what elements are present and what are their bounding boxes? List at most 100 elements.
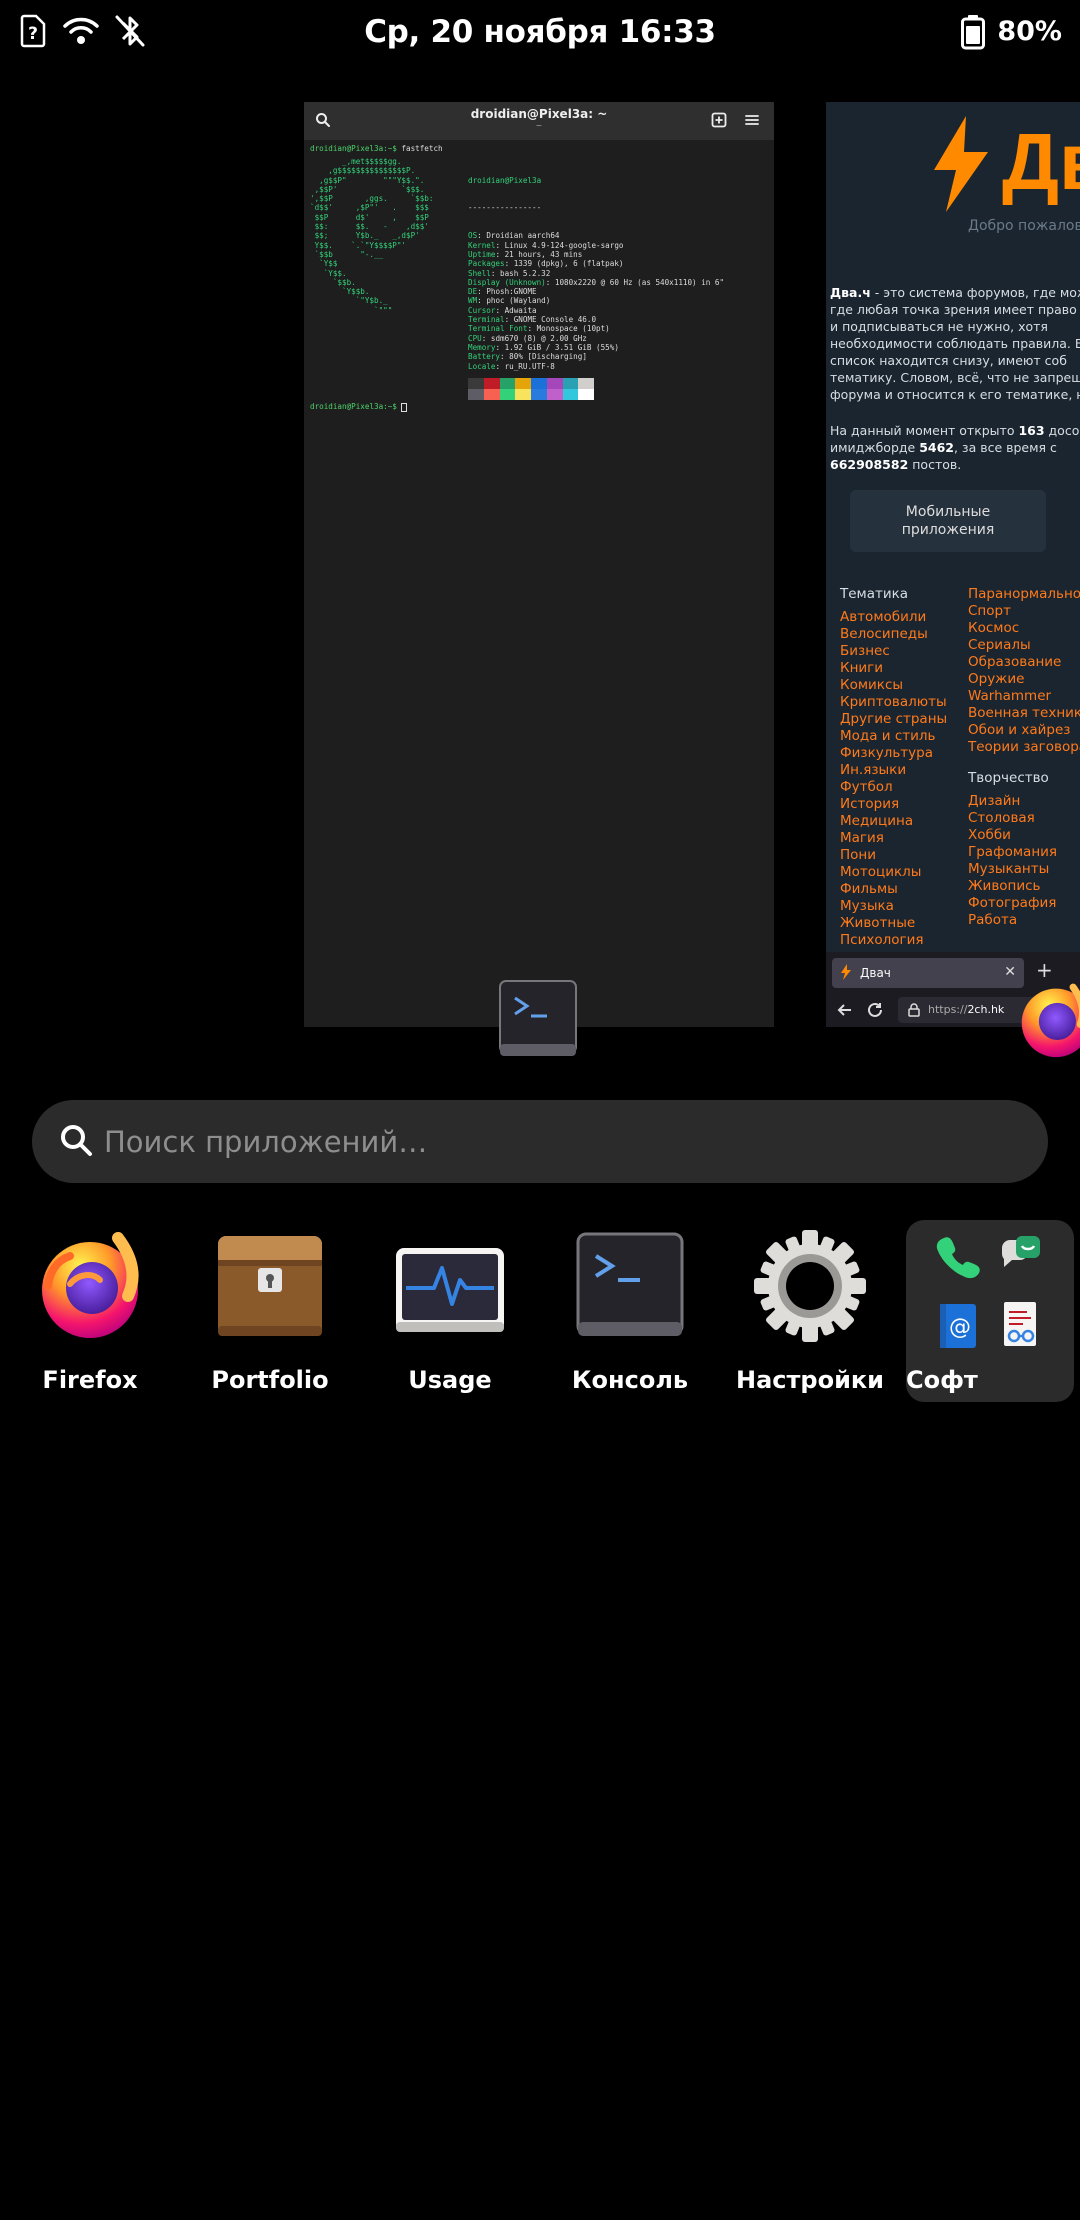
board-link[interactable]: Спорт — [968, 603, 1080, 620]
board-link[interactable]: Велосипеды — [840, 626, 947, 643]
fastfetch-info-line: Cursor: Adwaita — [468, 305, 537, 315]
board-link[interactable]: Живопись — [968, 878, 1080, 895]
new-tab-icon[interactable]: + — [1036, 958, 1053, 982]
browser-tab[interactable]: Двач ✕ — [832, 958, 1024, 988]
mobile-apps-button[interactable]: Мобильные приложения — [850, 490, 1046, 552]
board-link[interactable]: История — [840, 796, 947, 813]
site-name: Два.ч — [830, 285, 871, 300]
board-link[interactable]: Книги — [840, 660, 947, 677]
palette-swatch — [562, 389, 579, 400]
palette-swatch — [483, 378, 500, 389]
browser-window-preview[interactable]: Дв Добро пожаловать Два.ч - это система … — [826, 102, 1080, 1027]
fastfetch-info-line: Display (Unknown): 1080x2220 @ 60 Hz (as… — [468, 277, 725, 287]
menu-icon[interactable] — [744, 112, 760, 132]
info-key: Kernel — [468, 240, 496, 250]
back-icon[interactable] — [836, 1001, 854, 1023]
board-link[interactable]: Столовая — [968, 810, 1080, 827]
intro-paragraph: Два.ч - это система форумов, где мож где… — [830, 285, 1080, 402]
terminal-cursor — [401, 402, 408, 412]
app-console[interactable]: Консоль — [540, 1220, 720, 1400]
reload-icon[interactable] — [866, 1001, 884, 1023]
board-link[interactable]: Пони — [840, 847, 947, 864]
palette-swatch — [468, 389, 484, 400]
info-value: sdm670 (8) @ 2.00 GHz — [490, 333, 587, 343]
info-key: OS — [468, 231, 478, 241]
app-search-input[interactable] — [104, 1100, 1004, 1183]
app-folder-soft[interactable]: @ Софт — [906, 1220, 1074, 1402]
board-link[interactable]: Музыканты — [968, 861, 1080, 878]
palette-swatch — [515, 378, 531, 389]
fastfetch-info-line: Kernel: Linux 4.9-124-google-sargo — [468, 240, 624, 250]
board-link[interactable]: Футбол — [840, 779, 947, 796]
lightning-logo-icon — [926, 114, 996, 218]
board-link[interactable]: Фотография — [968, 895, 1080, 912]
info-value: GNOME Console 46.0 — [513, 315, 597, 325]
board-link[interactable]: Теории заговора — [968, 739, 1080, 756]
app-firefox[interactable]: Firefox — [0, 1220, 180, 1400]
board-link[interactable]: Дизайн — [968, 793, 1080, 810]
info-key: Terminal Font — [468, 324, 528, 334]
board-link[interactable]: Мотоциклы — [840, 864, 947, 881]
tab-title: Двач — [860, 966, 891, 980]
board-link[interactable]: Работа — [968, 912, 1080, 929]
board-link[interactable]: Другие страны — [840, 711, 947, 728]
board-link[interactable]: Медицина — [840, 813, 947, 830]
board-link[interactable]: Мода и стиль — [840, 728, 947, 745]
fastfetch-info-line: Terminal Font: Monospace (10pt) — [468, 324, 610, 334]
debian-swirl-ascii-art: _,met$$$$$gg. ,g$$$$$$$$$$$$$$$P. ,g$$P"… — [310, 157, 434, 315]
board-link[interactable]: Автомобили — [840, 609, 947, 626]
fastfetch-header: droidian@Pixel3a — [468, 175, 542, 185]
topics-header: Тематика — [840, 586, 909, 602]
stats-paragraph: На данный момент открыто 163 досо имиджб… — [830, 423, 1080, 472]
settings-icon — [754, 1230, 866, 1342]
welcome-text: Добро пожаловать — [968, 218, 1080, 234]
svg-text:@: @ — [949, 1315, 971, 1340]
new-tab-icon[interactable] — [711, 112, 727, 132]
chat-icon — [996, 1232, 1044, 1284]
board-link[interactable]: Сериалы — [968, 637, 1080, 654]
close-tab-icon[interactable]: ✕ — [1004, 964, 1016, 980]
board-link[interactable]: Магия — [840, 830, 947, 847]
fastfetch-info-line: Terminal: GNOME Console 46.0 — [468, 315, 597, 325]
info-key: Uptime — [468, 249, 496, 259]
search-icon — [58, 1122, 94, 1162]
app-portfolio[interactable]: Portfolio — [180, 1220, 360, 1400]
app-switcher: droidian@Pixel3a: ~ ~ droidian@Pixel3a:~… — [0, 100, 1080, 1060]
firefox-app-icon — [1016, 980, 1080, 1060]
board-link[interactable]: Warhammer — [968, 688, 1080, 705]
board-link[interactable]: Обои и хайрез — [968, 722, 1080, 739]
board-link[interactable]: Образование — [968, 654, 1080, 671]
console-icon — [574, 1230, 686, 1342]
info-key: Memory — [468, 342, 496, 352]
board-link[interactable]: Ин.языки — [840, 762, 947, 779]
status-bar: ? Ср, 20 ноября 16:33 80% — [0, 0, 1080, 64]
fastfetch-info-line: Battery: 80% [Discharging] — [468, 352, 587, 362]
info-key: Packages — [468, 259, 505, 269]
app-search-bar[interactable] — [32, 1100, 1048, 1183]
app-usage[interactable]: Usage — [360, 1220, 540, 1400]
board-link[interactable]: Бизнес — [840, 643, 947, 660]
board-link[interactable]: Оружие — [968, 671, 1080, 688]
board-link[interactable]: Фильмы — [840, 881, 947, 898]
board-link[interactable]: Хобби — [968, 827, 1080, 844]
board-link[interactable]: Комиксы — [840, 677, 947, 694]
palette-swatch — [515, 389, 531, 400]
board-link[interactable]: Графомания — [968, 844, 1080, 861]
info-value: ru_RU.UTF-8 — [504, 361, 555, 371]
board-link[interactable]: Криптовалюты — [840, 694, 947, 711]
app-label: Консоль — [571, 1366, 689, 1394]
board-link[interactable]: Военная техника — [968, 705, 1080, 722]
board-link[interactable]: Психология — [840, 932, 947, 949]
board-link[interactable]: Паранормальное — [968, 586, 1080, 603]
board-link[interactable]: Физкультура — [840, 745, 947, 762]
app-settings[interactable]: Настройки — [720, 1220, 900, 1400]
terminal-output: droidian@Pixel3a:~$ fastfetch _,met$$$$$… — [304, 140, 774, 412]
terminal-prompt: droidian@Pixel3a:~$ — [310, 402, 397, 411]
terminal-window-preview[interactable]: droidian@Pixel3a: ~ ~ droidian@Pixel3a:~… — [304, 102, 774, 1027]
info-key: Battery — [468, 352, 501, 362]
lock-icon — [908, 1003, 920, 1020]
board-link[interactable]: Космос — [968, 620, 1080, 637]
board-link[interactable]: Животные — [840, 915, 947, 932]
info-value: Adwaita — [504, 305, 537, 315]
board-link[interactable]: Музыка — [840, 898, 947, 915]
